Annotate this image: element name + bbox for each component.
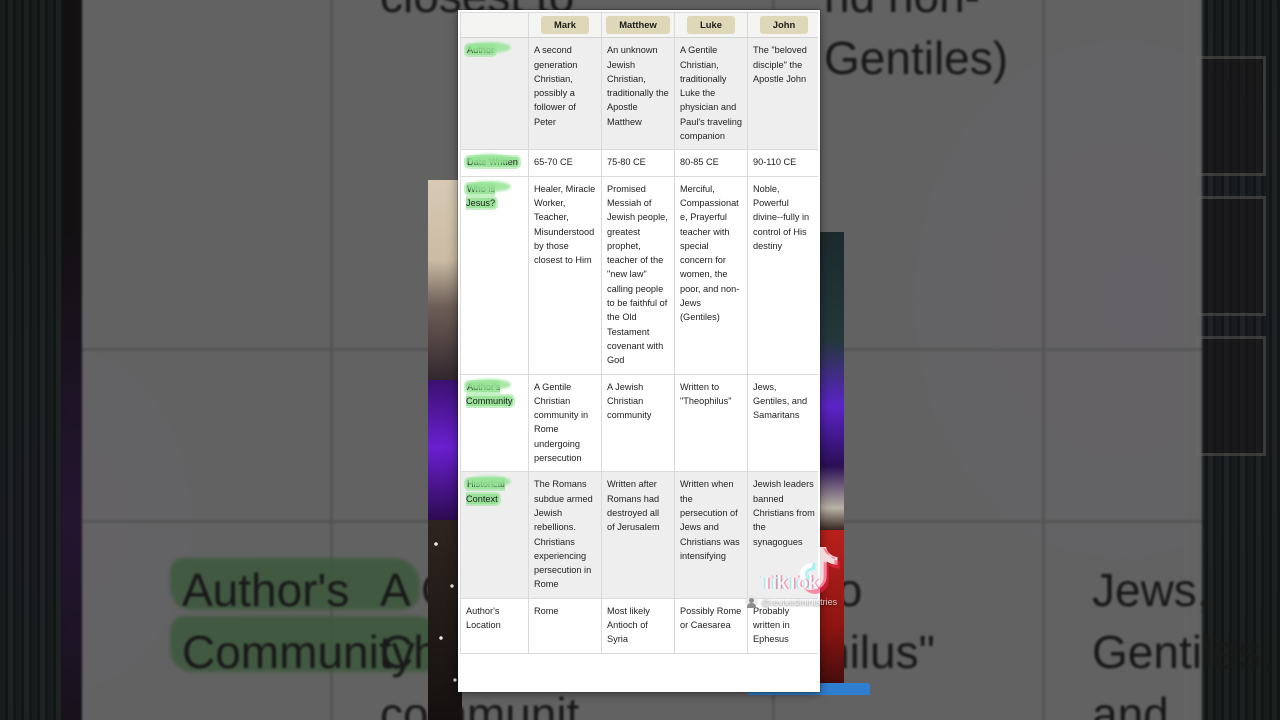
row-label-highlight: Who is Jesus? xyxy=(466,183,497,208)
cell-r3-c3: Jews, Gentiles, and Samaritans xyxy=(747,373,818,473)
card-inner: Mark Matthew Luke John Author A second ge… xyxy=(460,12,818,684)
cell-r0-c3: The "beloved disciple" the Apostle John xyxy=(747,37,818,151)
cell-r3-c0: A Gentile Christian community in Rome un… xyxy=(528,373,602,473)
cell-r1-c2: 80-85 CE xyxy=(674,149,748,177)
cell-r2-c1: Promised Messiah of Jewish people, great… xyxy=(601,175,675,375)
table-row: Who is Jesus? Healer, Miracle Worker, Tea… xyxy=(460,175,818,375)
row-label-2: Who is Jesus? xyxy=(460,175,529,375)
cell-r5-c0: Rome xyxy=(528,597,602,654)
table-row: Date Written 65-70 CE 75-80 CE 80-85 CE 90-1… xyxy=(460,149,818,177)
cell-r1-c1: 75-80 CE xyxy=(601,149,675,177)
cell-r4-c3: Jewish leaders banned Christians from th… xyxy=(747,471,818,599)
photo-sliver-shelf xyxy=(818,232,844,532)
gospel-comparison-card: Mark Matthew Luke John Author A second ge… xyxy=(458,10,820,692)
header-cell-john: John xyxy=(747,12,818,39)
row-label-5: Author's Location xyxy=(460,597,529,654)
photo-sliver-lamp xyxy=(428,180,462,390)
photo-sliver-red-wall xyxy=(818,530,844,690)
header-cell-corner xyxy=(460,12,529,39)
row-label-0: Author xyxy=(460,37,529,151)
table-row: Author's Community A Gentile Christian co… xyxy=(460,373,818,473)
cell-r0-c1: An unknown Jewish Christian, traditional… xyxy=(601,37,675,151)
cell-r3-c1: A Jewish Christian community xyxy=(601,373,675,473)
header-label-matthew: Matthew xyxy=(606,16,670,35)
video-player-stage: Teacher,Misundersby thoseclosest towithc… xyxy=(0,0,1280,720)
header-label-john: John xyxy=(759,16,809,35)
row-label-3: Author's Community xyxy=(460,373,529,473)
table-body: Author A second generation Christian, pos… xyxy=(460,37,818,654)
row-label-highlight: Author xyxy=(466,45,496,56)
cell-r4-c1: Written after Romans had destroyed all o… xyxy=(601,471,675,599)
cell-r2-c2: Merciful, Compassionate, Prayerful teach… xyxy=(674,175,748,375)
table-row: Historical Context The Romans subdue arme… xyxy=(460,471,818,599)
header-cell-mark: Mark xyxy=(528,12,602,39)
cell-r4-c0: The Romans subdue armed Jewish rebellion… xyxy=(528,471,602,599)
cell-r5-c2: Possibly Rome or Caesarea xyxy=(674,597,748,654)
cell-r0-c0: A second generation Christian, possibly … xyxy=(528,37,602,151)
cell-r2-c3: Noble, Powerful divine--fully in control… xyxy=(747,175,818,375)
header-cell-luke: Luke xyxy=(674,12,748,39)
cell-r5-c1: Most likely Antioch of Syria xyxy=(601,597,675,654)
row-label-highlight: Author's Community xyxy=(466,381,514,406)
header-row: Mark Matthew Luke John xyxy=(460,12,818,39)
photo-sliver-purple-light xyxy=(428,380,462,530)
row-label-1: Date Written xyxy=(460,149,529,177)
header-label-luke: Luke xyxy=(687,16,735,35)
row-label-highlight: Date Written xyxy=(466,157,519,168)
header-cell-matthew: Matthew xyxy=(601,12,675,39)
photo-sliver-speckled-floor xyxy=(428,520,462,720)
cell-r1-c0: 65-70 CE xyxy=(528,149,602,177)
cell-r5-c3: Probably written in Ephesus xyxy=(747,597,818,654)
cell-r1-c3: 90-110 CE xyxy=(747,149,818,177)
cell-r0-c2: A Gentile Christian, traditionally Luke … xyxy=(674,37,748,151)
cell-r2-c0: Healer, Miracle Worker, Teacher, Misunde… xyxy=(528,175,602,375)
row-label-highlight: Historical Context xyxy=(466,479,505,504)
gospel-comparison-table: Mark Matthew Luke John Author A second ge… xyxy=(460,12,818,654)
cell-r4-c2: Written when the persecution of Jews and… xyxy=(674,471,748,599)
row-label-4: Historical Context xyxy=(460,471,529,599)
header-label-mark: Mark xyxy=(541,16,589,35)
table-head: Mark Matthew Luke John xyxy=(460,12,818,39)
table-row: Author's Location Rome Most likely Antioch… xyxy=(460,597,818,654)
table-row: Author A second generation Christian, pos… xyxy=(460,37,818,151)
cell-r3-c2: Written to "Theophilus" xyxy=(674,373,748,473)
